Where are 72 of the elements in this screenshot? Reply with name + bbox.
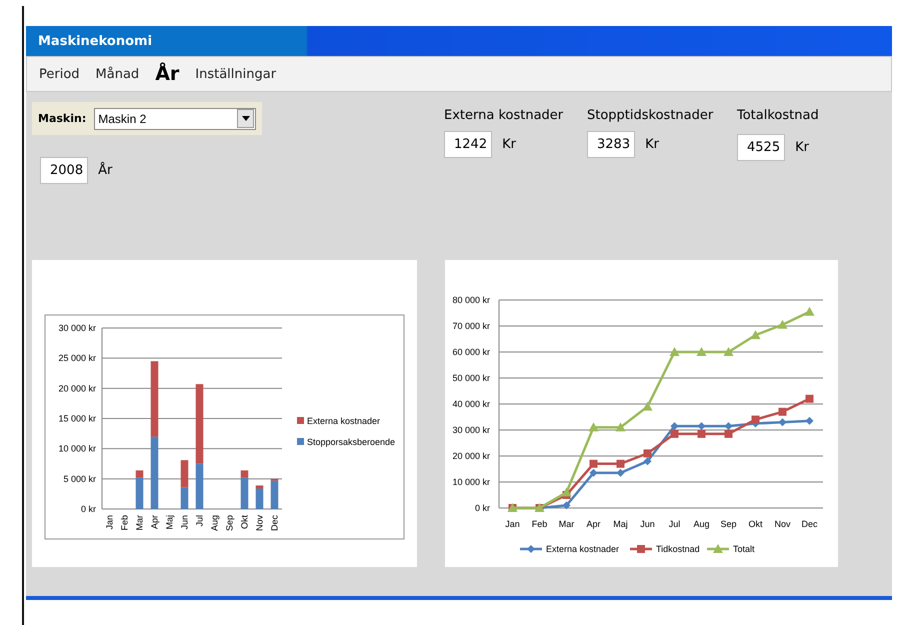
axis-label: 80 000 kr	[452, 295, 490, 305]
axis-label: 60 000 kr	[452, 347, 490, 357]
legend-label: Externa kostnader	[307, 416, 380, 426]
machine-dropdown[interactable]: Maskin 2	[94, 108, 256, 130]
axis-label: Jun	[180, 515, 190, 530]
axis-label: Feb	[532, 519, 548, 529]
point	[750, 330, 760, 340]
axis-label: Sep	[224, 515, 234, 532]
axis-label: 0 kr	[80, 504, 96, 514]
point	[670, 347, 680, 356]
window-title: Maskinekonomi	[38, 34, 152, 48]
axis-label: Jun	[640, 519, 655, 529]
cost-field[interactable]: 4525	[737, 134, 786, 161]
axis-label: Jan	[104, 515, 114, 530]
machine-label: Maskin:	[38, 112, 86, 125]
axis-label: Sep	[720, 519, 736, 529]
axis-label: Maj	[164, 515, 174, 530]
axis-label: Mar	[558, 519, 574, 529]
axis-label: 30 000 kr	[452, 425, 490, 435]
menu-item[interactable]: Period	[39, 66, 80, 82]
axis-label: 70 000 kr	[452, 321, 490, 331]
year-field[interactable]: 2008	[40, 157, 88, 184]
legend-label: Tidkostnad	[656, 544, 700, 554]
axis-label: 30 000 kr	[58, 323, 96, 333]
point	[724, 347, 734, 356]
menu-item[interactable]: Månad	[96, 66, 140, 82]
point	[642, 402, 652, 411]
cost-label: Externa kostnader	[444, 108, 564, 123]
axis-label: 20 000 kr	[58, 383, 96, 394]
legend-label: Externa kostnader	[546, 544, 620, 554]
axis-label: Apr	[586, 519, 600, 529]
axis-label: Dec	[802, 519, 818, 529]
axis-label: Dec	[270, 515, 280, 532]
axis-label: 0 kr	[474, 503, 490, 513]
cost-field[interactable]: 3283	[587, 131, 636, 158]
axis-label: Jul	[668, 519, 680, 529]
axis-label: Jul	[194, 515, 204, 527]
currency-unit: Kr	[502, 137, 516, 152]
point	[804, 306, 814, 316]
axis-label: 10 000 kr	[452, 477, 490, 487]
point	[778, 408, 786, 416]
axis-label: Feb	[120, 515, 130, 531]
axis-label: 5 000 kr	[63, 474, 96, 484]
axis-label: 40 000 kr	[452, 399, 490, 409]
axis-label: 10 000 kr	[58, 444, 96, 454]
legend-label: Stopporsaksberoende	[307, 437, 396, 447]
axis-label: Apr	[150, 515, 160, 530]
cost-label: Totalkostnad	[737, 108, 819, 123]
axis-label: 20 000 kr	[452, 451, 490, 461]
axis-label: Mar	[134, 515, 144, 530]
axis-label: Okt	[748, 519, 762, 529]
menu-item[interactable]: År	[155, 63, 180, 85]
cost-field[interactable]: 1242	[444, 131, 492, 158]
currency-unit: Kr	[645, 137, 659, 152]
axis-label: Aug	[210, 515, 220, 532]
year-unit: År	[98, 163, 112, 178]
point	[806, 394, 814, 403]
axis-label: 25 000 kr	[58, 353, 96, 364]
menu-item[interactable]: Inställningar	[195, 66, 276, 82]
axis-label: Nov	[774, 519, 790, 529]
cost-label: Stopptidskostnader	[587, 108, 714, 123]
point	[778, 320, 788, 329]
point	[696, 347, 706, 356]
axis-label: Nov	[254, 515, 264, 532]
currency-unit: Kr	[795, 140, 809, 155]
axis-label: 15 000 kr	[58, 414, 96, 424]
axis-label: Jan	[505, 519, 520, 529]
axis-label: Maj	[613, 519, 628, 529]
axis-label: Aug	[694, 519, 710, 529]
legend-label: Totalt	[733, 544, 755, 554]
axis-label: Okt	[240, 515, 250, 530]
axis-label: 50 000 kr	[452, 373, 490, 383]
